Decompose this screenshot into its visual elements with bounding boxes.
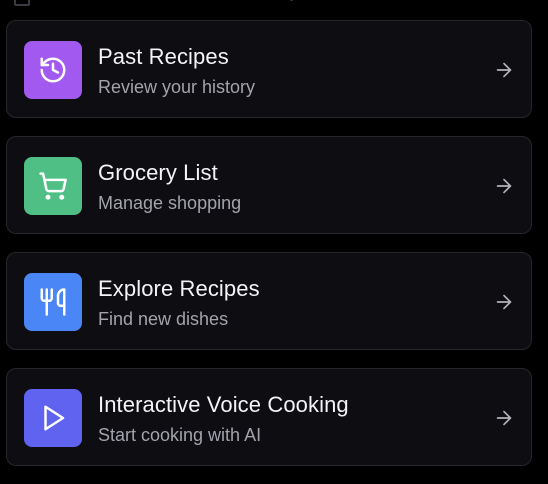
arrow-right-icon [496, 410, 512, 426]
card-title: Explore Recipes [98, 276, 260, 301]
past-recipes-icon-box [24, 41, 82, 99]
explore-recipes-icon-box [24, 273, 82, 331]
play-icon [44, 405, 65, 431]
arrow-right-icon [496, 294, 512, 310]
arrow-right-icon [496, 62, 512, 78]
top-clipped-area [0, 0, 548, 8]
menu-card-past-recipes[interactable]: Past Recipes Review your history [6, 20, 532, 118]
cart-icon [39, 172, 67, 200]
clipped-dot [290, 0, 293, 1]
menu-card-voice-cooking[interactable]: Interactive Voice Cooking Start cooking … [6, 368, 532, 466]
voice-cooking-icon-box [24, 389, 82, 447]
grocery-list-icon-box [24, 157, 82, 215]
card-subtitle: Review your history [98, 77, 256, 97]
menu-card-explore-recipes[interactable]: Explore Recipes Find new dishes [6, 252, 532, 350]
card-title: Interactive Voice Cooking [98, 392, 349, 417]
clipped-checkbox-icon [14, 0, 30, 6]
menu-card-grocery-list[interactable]: Grocery List Manage shopping [6, 136, 532, 234]
card-subtitle: Manage shopping [98, 193, 242, 213]
arrow-right-icon [496, 178, 512, 194]
card-title: Past Recipes [98, 44, 229, 69]
card-title: Grocery List [98, 160, 218, 185]
history-icon [40, 57, 66, 83]
card-subtitle: Start cooking with AI [98, 425, 262, 445]
utensils-icon [40, 288, 66, 316]
card-subtitle: Find new dishes [98, 309, 229, 329]
